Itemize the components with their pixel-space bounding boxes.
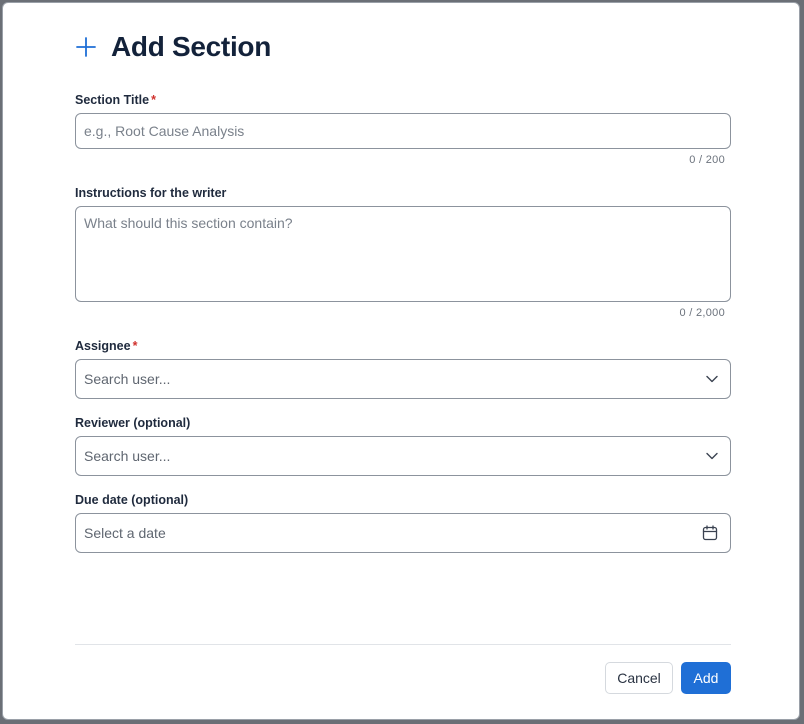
- due-date-placeholder: Select a date: [84, 525, 166, 541]
- assignee-placeholder: Search user...: [84, 371, 171, 387]
- section-title-label: Section Title *: [75, 93, 156, 107]
- required-marker: *: [132, 339, 138, 353]
- cancel-button[interactable]: Cancel: [605, 662, 673, 694]
- chevron-down-icon: [706, 375, 718, 383]
- required-marker: *: [151, 93, 156, 107]
- section-title-counter: 0 / 200: [689, 154, 725, 166]
- add-section-dialog: Add Section Section Title* 0 / 200 Instr…: [2, 2, 800, 720]
- section-title-input[interactable]: [75, 113, 731, 149]
- plus-icon: [76, 37, 96, 57]
- add-button[interactable]: Add: [681, 662, 731, 694]
- dialog-header: Add Section: [75, 31, 271, 63]
- reviewer-label: Reviewer (optional): [75, 416, 191, 430]
- instructions-counter: 0 / 2,000: [679, 307, 725, 319]
- calendar-icon[interactable]: [702, 525, 718, 541]
- assignee-select[interactable]: Search user...: [75, 359, 731, 399]
- reviewer-select[interactable]: Search user...: [75, 436, 731, 476]
- assignee-label: Assignee *: [75, 339, 138, 353]
- chevron-down-icon: [706, 452, 718, 460]
- instructions-label: Instructions for the writer: [75, 186, 227, 200]
- reviewer-placeholder: Search user...: [84, 448, 171, 464]
- due-date-picker[interactable]: Select a date: [75, 513, 731, 553]
- instructions-textarea[interactable]: [75, 206, 731, 302]
- footer-divider: [75, 644, 731, 645]
- dialog-title: Add Section: [111, 31, 272, 62]
- due-date-label: Due date (optional): [75, 493, 189, 507]
